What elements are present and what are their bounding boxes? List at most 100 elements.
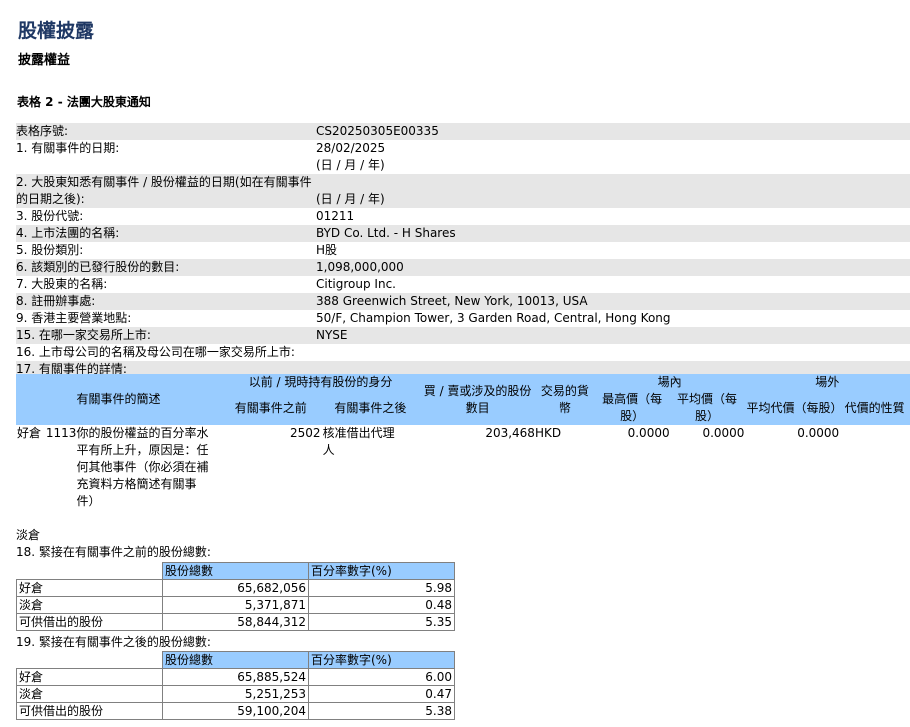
detail-row: 5. 股份類別: H股: [16, 242, 910, 259]
row-label: 淡倉: [16, 596, 163, 614]
header-consideration: 代價的性質: [839, 391, 910, 425]
section-19-title: 19. 緊接在有關事件之後的股份總數:: [16, 635, 211, 649]
header-high: 最高價（每股）: [594, 391, 670, 425]
position-type: 好倉: [17, 426, 42, 440]
page-title: 股權披露: [18, 20, 95, 42]
date-format-note: (日 / 月 / 年): [316, 158, 385, 172]
holdings-after-table: 股份總數 百分率數字(%) 好倉 65,885,524 6.00 淡倉 5,25…: [16, 651, 455, 720]
header-avg: 平均價（每股）: [669, 391, 745, 425]
row-shares: 5,371,871: [162, 596, 309, 614]
col-total-shares: 股份總數: [162, 651, 309, 669]
detail-label: 15. 在哪一家交易所上市:: [16, 328, 151, 342]
row-pct: 0.48: [308, 596, 455, 614]
row-shares: 58,844,312: [162, 613, 309, 631]
detail-label: 7. 大股東的名稱:: [16, 277, 108, 291]
header-after: 有關事件之後: [320, 391, 421, 425]
detail-row: 表格序號: CS20250305E00335: [16, 123, 910, 140]
detail-label: 9. 香港主要營業地點:: [16, 311, 132, 325]
row-label: 可供借出的股份: [16, 702, 163, 720]
row-label: 淡倉: [16, 685, 163, 703]
detail-row: 6. 該類別的已發行股份的數目: 1,098,000,000: [16, 259, 910, 276]
header-avg-off: 平均代價（每股）: [744, 391, 842, 425]
row-shares: 65,885,524: [162, 668, 309, 686]
header-on-exchange: 場內: [594, 374, 745, 391]
detail-value: CS20250305E00335: [316, 124, 439, 138]
detail-value: BYD Co. Ltd. - H Shares: [316, 226, 456, 240]
average-consideration: 0.0000: [797, 426, 840, 440]
row-shares: 65,682,056: [162, 579, 309, 597]
details-list: 表格序號: CS20250305E00335 1. 有關事件的日期: 28/02/2…: [16, 123, 910, 378]
row-label: 好倉: [16, 579, 163, 597]
detail-label: 3. 股份代號:: [16, 209, 84, 223]
detail-row: 3. 股份代號: 01211: [16, 208, 910, 225]
row-pct: 0.47: [308, 685, 455, 703]
row-pct: 5.98: [308, 579, 455, 597]
header-capacity: 以前 / 現時持有股份的身分: [220, 374, 421, 391]
event-details-table: 有關事件的簡述 以前 / 現時持有股份的身分 買 / 賣或涉及的股份數目 交易的…: [16, 374, 910, 510]
detail-label: 16. 上市母公司的名稱及母公司在哪一家交易所上市:: [16, 345, 295, 359]
detail-label: 8. 註冊辦事處:: [16, 294, 96, 308]
row-label: 可供借出的股份: [16, 613, 163, 631]
detail-value: 50/F, Champion Tower, 3 Garden Road, Cen…: [316, 311, 671, 325]
detail-value: 1,098,000,000: [316, 260, 404, 274]
page-subtitle: 披露權益: [18, 53, 71, 68]
col-percentage: 百分率數字(%): [308, 562, 455, 580]
form-name: 表格 2 - 法團大股東通知: [17, 95, 151, 109]
header-currency: 交易的貨幣: [534, 374, 595, 425]
detail-value: 388 Greenwich Street, New York, 10013, U…: [316, 294, 588, 308]
short-position-label: 淡倉: [16, 528, 41, 542]
detail-label: 表格序號:: [16, 124, 69, 138]
header-before: 有關事件之前: [220, 391, 321, 425]
detail-label: 5. 股份類別:: [16, 243, 84, 257]
detail-row: 4. 上市法團的名稱: BYD Co. Ltd. - H Shares: [16, 225, 910, 242]
detail-label: 4. 上市法團的名稱:: [16, 226, 120, 240]
table-row: 好倉 65,682,056 5.98: [16, 579, 455, 597]
highest-price: 0.0000: [627, 426, 670, 440]
row-pct: 5.35: [308, 613, 455, 631]
detail-row: 2. 大股東知悉有關事件 / 股份權益的日期(如在有關事件: [16, 174, 910, 191]
detail-value: Citigroup Inc.: [316, 277, 396, 291]
table-row: 好倉 1113 你的股份權益的百分率水平有所上升，原因是：任何其他事件（你必須在…: [16, 425, 910, 510]
detail-label: 1. 有關事件的日期:: [16, 141, 120, 155]
average-price: 0.0000: [702, 426, 745, 440]
detail-label: 2. 大股東知悉有關事件 / 股份權益的日期(如在有關事件: [16, 175, 312, 189]
detail-row: 的日期之後): (日 / 月 / 年): [16, 191, 910, 208]
detail-value: 28/02/2025: [316, 141, 386, 155]
table-row: 可供借出的股份 58,844,312 5.35: [16, 613, 455, 631]
detail-label: 6. 該類別的已發行股份的數目:: [16, 260, 180, 274]
header-summary: 有關事件的簡述: [16, 374, 221, 425]
row-shares: 5,251,253: [162, 685, 309, 703]
detail-row: 15. 在哪一家交易所上市: NYSE: [16, 327, 910, 344]
date-format-note: (日 / 月 / 年): [316, 192, 385, 206]
row-pct: 6.00: [308, 668, 455, 686]
shares-involved: 203,468: [485, 426, 535, 440]
detail-row: 9. 香港主要營業地點: 50/F, Champion Tower, 3 Gard…: [16, 310, 910, 327]
col-percentage: 百分率數字(%): [308, 651, 455, 669]
detail-row: (日 / 月 / 年): [16, 157, 910, 174]
section-18-title: 18. 緊接在有關事件之前的股份總數:: [16, 545, 211, 559]
capacity-before: 2502: [290, 426, 321, 440]
detail-row: 7. 大股東的名稱: Citigroup Inc.: [16, 276, 910, 293]
header-off-exchange: 場外: [744, 374, 910, 391]
table-row: 淡倉 5,251,253 0.47: [16, 685, 455, 703]
holdings-before-table: 股份總數 百分率數字(%) 好倉 65,682,056 5.98 淡倉 5,37…: [16, 562, 455, 631]
detail-label-cont: 的日期之後):: [16, 192, 85, 206]
row-label: 好倉: [16, 668, 163, 686]
detail-value: NYSE: [316, 328, 348, 342]
table-row: 可供借出的股份 59,100,204 5.38: [16, 702, 455, 720]
currency: HKD: [534, 426, 562, 440]
detail-value: 01211: [316, 209, 355, 223]
event-code: 1113: [45, 426, 77, 440]
detail-row: 1. 有關事件的日期: 28/02/2025: [16, 140, 910, 157]
table-row: 淡倉 5,371,871 0.48: [16, 596, 455, 614]
header-shares: 買 / 賣或涉及的股份數目: [420, 374, 535, 425]
row-pct: 5.38: [308, 702, 455, 720]
capacity-after: 核准借出代理人: [322, 426, 395, 457]
detail-value: H股: [316, 243, 338, 257]
col-total-shares: 股份總數: [162, 562, 309, 580]
event-summary: 你的股份權益的百分率水平有所上升，原因是：任何其他事件（你必須在補充資料方格簡述…: [76, 426, 209, 508]
table-row: 好倉 65,885,524 6.00: [16, 668, 455, 686]
detail-row: 16. 上市母公司的名稱及母公司在哪一家交易所上市:: [16, 344, 910, 361]
detail-row: 8. 註冊辦事處: 388 Greenwich Street, New York,…: [16, 293, 910, 310]
row-shares: 59,100,204: [162, 702, 309, 720]
